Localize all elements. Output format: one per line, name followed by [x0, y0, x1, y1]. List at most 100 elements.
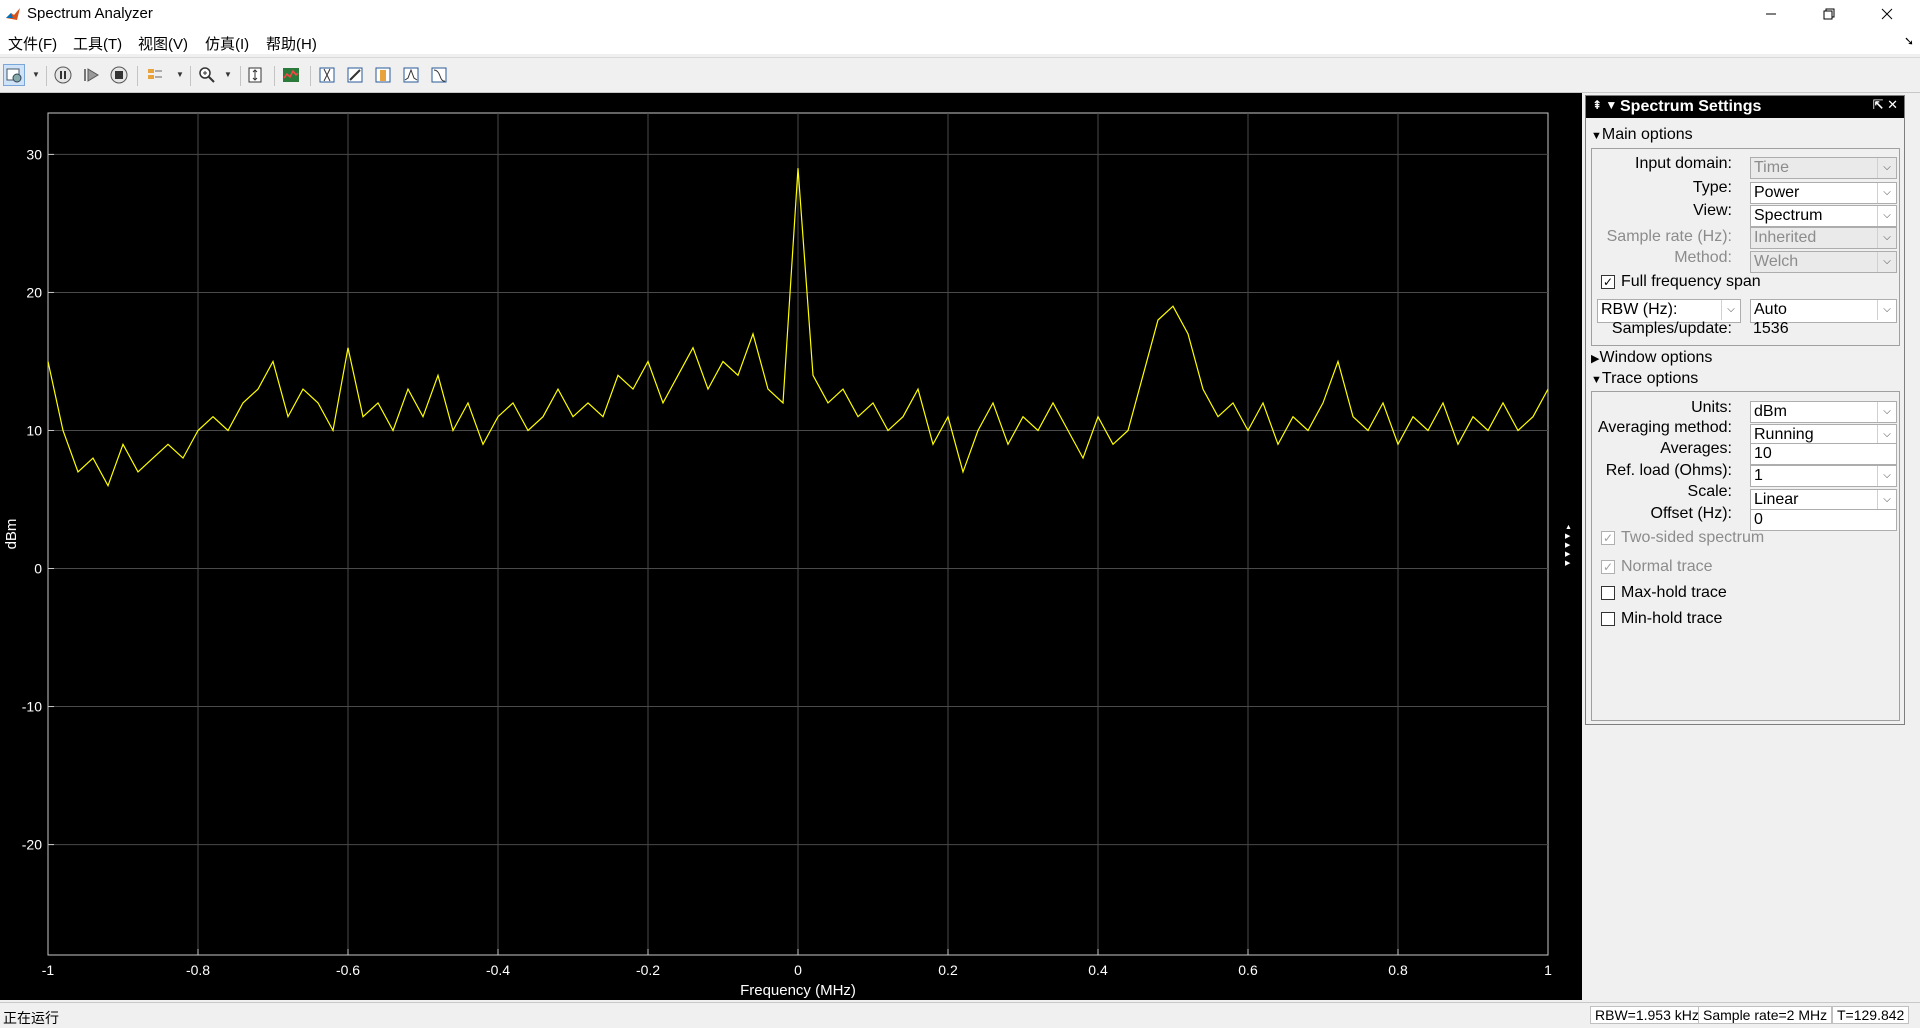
pause-icon [54, 66, 72, 84]
full-frequency-span-checkbox[interactable]: ✓ [1601, 275, 1615, 289]
ccdf-button[interactable] [428, 64, 450, 86]
menu-bar: 文件(F) 工具(T) 视图(V) 仿真(I) 帮助(H) ➘ [0, 28, 1920, 54]
chevron-down-icon: ⌵ [1877, 402, 1896, 422]
zoom-button[interactable] [196, 64, 218, 86]
close-icon [1881, 8, 1893, 20]
offset-field[interactable]: 0 [1750, 509, 1897, 531]
y-tick-label: 0 [34, 561, 42, 577]
restore-icon [1823, 8, 1835, 20]
chevron-down-icon: ⌵ [1877, 228, 1896, 248]
samples-update-label: Samples/update: [1611, 320, 1732, 337]
settings-panel-title: Spectrum Settings [1620, 98, 1762, 115]
zoom-dropdown-icon[interactable]: ▼ [224, 70, 232, 79]
settings-dropdown-icon[interactable]: ▼ [32, 70, 40, 79]
chevron-down-icon: ⌵ [1877, 206, 1896, 226]
scale-label: Scale: [1687, 483, 1732, 500]
menu-view[interactable]: 视图(V) [138, 33, 188, 54]
toolbar: ▼ ▼ ▼ [0, 57, 1920, 93]
dock-arrow-icon[interactable]: ➘ [1904, 34, 1914, 48]
cursor-measurements-button[interactable] [316, 64, 338, 86]
scale-select[interactable]: Linear ⌵ [1750, 489, 1897, 511]
close-button[interactable] [1858, 0, 1916, 28]
chevron-down-icon: ⌵ [1877, 300, 1896, 320]
panel-toggle-arrows[interactable]: ▲ ▶ ▶ ▶ ▶ [1565, 523, 1575, 568]
normal-trace-label: Normal trace [1621, 558, 1713, 575]
sample-rate-label: Sample rate (Hz): [1606, 228, 1732, 245]
x-tick-label: -1 [42, 962, 55, 978]
input-domain-select: Time ⌵ [1750, 157, 1897, 179]
min-hold-trace-label: Min-hold trace [1621, 610, 1723, 627]
menu-file[interactable]: 文件(F) [8, 33, 57, 54]
y-axis-label: dBm [3, 519, 20, 550]
settings-panel-header: ⇞ ▼ Spectrum Settings ⇱ ✕ [1586, 96, 1904, 118]
pause-button[interactable] [52, 64, 74, 86]
x-tick-label: 0 [794, 962, 802, 978]
settings-icon [6, 68, 22, 83]
y-tick-label: 20 [26, 284, 42, 300]
spectrum-settings-icon [283, 68, 299, 82]
type-label: Type: [1692, 179, 1732, 196]
status-sample-rate: Sample rate=2 MHz [1698, 1006, 1833, 1024]
peak-finder-button[interactable] [400, 64, 422, 86]
scale-axes-icon [248, 67, 262, 83]
distortion-measurements-icon [375, 67, 391, 83]
offset-label: Offset (Hz): [1650, 505, 1733, 522]
step-forward-button[interactable] [80, 64, 102, 86]
sample-rate-field: Inherited ⌵ [1750, 227, 1897, 249]
x-tick-label: -0.4 [486, 962, 510, 978]
two-sided-spectrum-label: Two-sided spectrum [1621, 529, 1765, 546]
ref-load-field[interactable]: 1 ⌵ [1750, 465, 1897, 487]
cursor-measurements-icon [319, 67, 335, 83]
minimize-button[interactable] [1742, 0, 1800, 28]
highlight-dropdown-icon[interactable]: ▼ [176, 70, 184, 79]
menu-tools[interactable]: 工具(T) [73, 33, 122, 54]
chevron-down-icon: ⌵ [1877, 490, 1896, 510]
chevron-down-icon: ⌵ [1721, 300, 1740, 320]
stop-icon [110, 66, 128, 84]
channel-measurements-icon [347, 67, 363, 83]
chevron-down-icon: ⌵ [1877, 252, 1896, 272]
settings-button[interactable] [3, 64, 25, 86]
status-rbw: RBW=1.953 kHz [1590, 1006, 1704, 1024]
units-select[interactable]: dBm ⌵ [1750, 401, 1897, 423]
highlight-button[interactable] [144, 64, 166, 86]
view-select[interactable]: Spectrum ⌵ [1750, 205, 1897, 227]
chevron-down-icon: ⌵ [1877, 425, 1896, 445]
restore-button[interactable] [1800, 0, 1858, 28]
section-main-options[interactable]: ▼Main options [1591, 126, 1693, 144]
two-sided-spectrum-checkbox: ✓ [1601, 531, 1615, 545]
method-select: Welch ⌵ [1750, 251, 1897, 273]
scale-axes-button[interactable] [244, 64, 266, 86]
x-axis-label: Frequency (MHz) [740, 982, 856, 999]
status-bar: 正在运行 RBW=1.953 kHz Sample rate=2 MHz T=1… [0, 1002, 1920, 1027]
samples-update-value: 1536 [1753, 320, 1789, 337]
section-trace-options[interactable]: ▼Trace options [1591, 370, 1698, 388]
distortion-measurements-button[interactable] [372, 64, 394, 86]
plot-area[interactable]: -1 -0.8 -0.6 -0.4 -0.2 0 0.2 0.4 0.6 0.8 1 30 20 10 0 -… [0, 93, 1582, 1000]
min-hold-trace-checkbox[interactable] [1601, 612, 1615, 626]
menu-simulation[interactable]: 仿真(I) [205, 33, 249, 54]
averages-label: Averages: [1660, 440, 1732, 457]
averages-field[interactable]: 10 [1750, 443, 1897, 465]
panel-undock-close-icons[interactable]: ⇱ ✕ [1873, 97, 1898, 113]
spectrum-settings-button[interactable] [280, 64, 302, 86]
panel-menu-icon[interactable]: ⇞ ▼ [1592, 98, 1617, 112]
stop-button[interactable] [108, 64, 130, 86]
max-hold-trace-checkbox[interactable] [1601, 586, 1615, 600]
averaging-method-label: Averaging method: [1597, 419, 1732, 436]
input-domain-label: Input domain: [1635, 155, 1732, 172]
chevron-down-icon: ⌵ [1877, 158, 1896, 178]
channel-measurements-button[interactable] [344, 64, 366, 86]
zoom-icon [199, 67, 215, 83]
method-label: Method: [1674, 249, 1732, 266]
full-frequency-span-label: Full frequency span [1621, 273, 1761, 290]
menu-help[interactable]: 帮助(H) [266, 33, 317, 54]
step-forward-icon [84, 68, 99, 82]
highlight-icon [148, 69, 162, 79]
spectrum-chart[interactable]: -1 -0.8 -0.6 -0.4 -0.2 0 0.2 0.4 0.6 0.8 1 30 20 10 0 -… [0, 93, 1582, 1000]
normal-trace-checkbox: ✓ [1601, 560, 1615, 574]
peak-finder-icon [403, 67, 419, 83]
section-window-options[interactable]: ▶Window options [1591, 349, 1712, 367]
x-tick-label: 0.4 [1088, 962, 1108, 978]
type-select[interactable]: Power ⌵ [1750, 182, 1897, 204]
